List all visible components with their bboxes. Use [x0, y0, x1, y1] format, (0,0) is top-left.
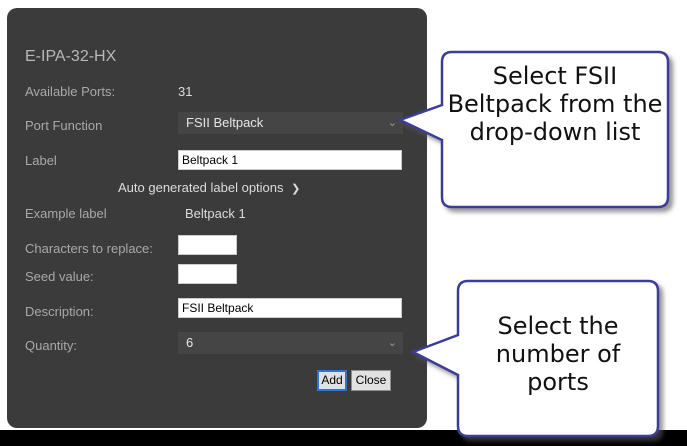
callout-bottom-text: Select the number of ports — [495, 312, 621, 396]
callout-top-text: Select FSII Beltpack from the drop-down … — [447, 62, 663, 146]
